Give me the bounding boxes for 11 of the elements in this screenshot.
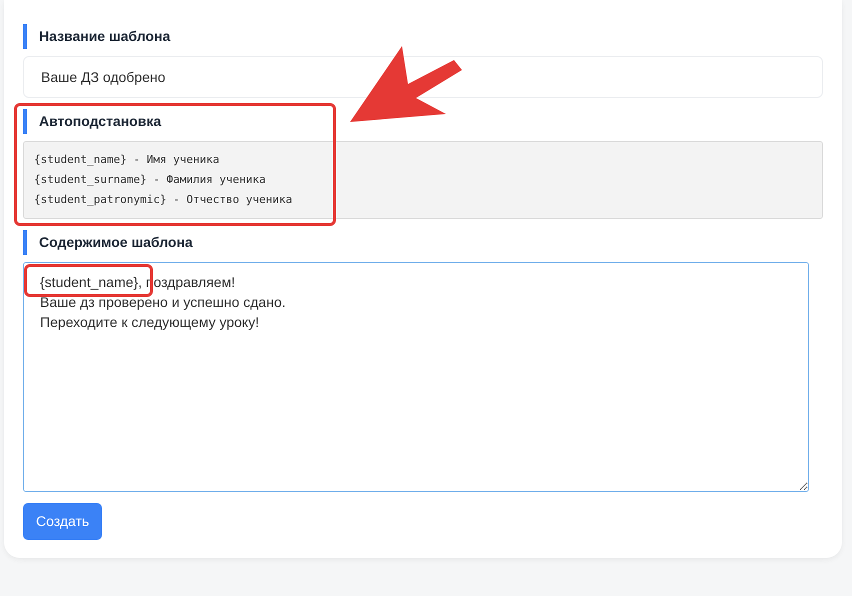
accent-bar [23, 24, 27, 49]
placeholder-line: {student_surname} - Фамилия ученика [34, 172, 267, 188]
field-label: Автоподстановка [39, 112, 162, 131]
template-name-field[interactable]: Ваше ДЗ одобрено [23, 56, 823, 98]
field-label: Содержимое шаблона [39, 233, 193, 252]
field-label: Название шаблона [39, 27, 170, 46]
placeholder-line: {student_patronymic} - Отчество ученика [34, 192, 294, 208]
create-button[interactable]: Создать [23, 503, 102, 540]
accent-bar [23, 109, 27, 134]
accent-bar [23, 230, 27, 255]
placeholder-line: {student_name} - Имя ученика [34, 152, 220, 168]
